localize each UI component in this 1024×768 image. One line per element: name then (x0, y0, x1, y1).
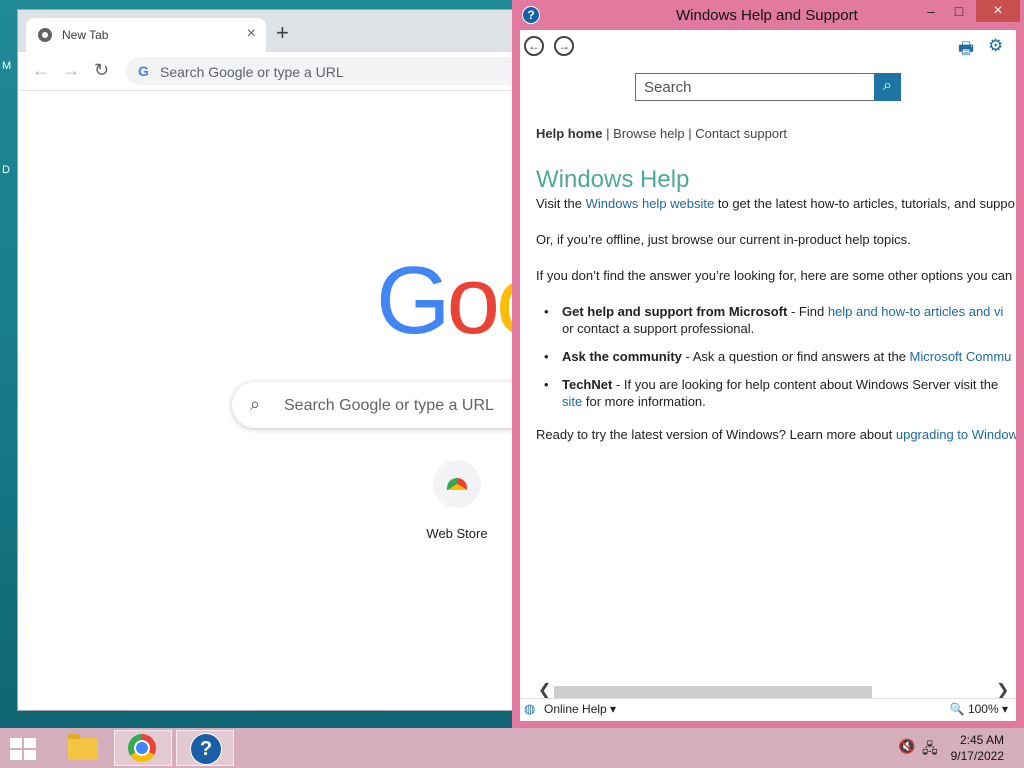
search-placeholder: Search (644, 79, 692, 96)
scroll-right-icon[interactable]: ❯ (996, 680, 1009, 700)
paragraph-visit: Visit the Windows help website to get th… (536, 196, 1015, 211)
text: - Ask a question or find answers at the (681, 349, 910, 364)
clock-date: 9/17/2022 (950, 749, 1004, 763)
minimize-button[interactable]: – (916, 3, 946, 19)
print-icon[interactable]: 🖶 (958, 36, 974, 65)
paragraph-options: If you don’t find the answer you’re look… (536, 268, 1013, 283)
tab-close-icon[interactable]: × (247, 25, 256, 43)
desktop-icon-label: M (2, 60, 12, 72)
microsoft-community-link[interactable]: Microsoft Commu (910, 349, 1012, 364)
google-g-icon: G (138, 63, 149, 79)
breadcrumb-separator: | (602, 126, 614, 141)
help-icon: ? (190, 733, 222, 765)
help-search-input[interactable]: Search (635, 73, 875, 101)
text: for more information. (582, 394, 706, 409)
online-help-icon: ◍ (524, 701, 536, 716)
ntp-search-placeholder: Search Google or type a URL (284, 397, 494, 414)
text: Visit the (536, 196, 586, 211)
text: or contact a support professional. (562, 321, 755, 336)
new-tab-button[interactable]: + (276, 22, 289, 44)
help-window: ? Windows Help and Support – □ × ← → 🖶 ⚙… (512, 0, 1024, 728)
chrome-window: New Tab × + ← → ↻ G Search Google or typ… (18, 10, 552, 710)
windows-start-icon[interactable] (10, 738, 36, 760)
text: to get the latest how-to articles, tutor… (714, 196, 1015, 211)
help-content: ← → 🖶 ⚙ Search ⌕ Help home | Browse help… (520, 30, 1016, 694)
breadcrumb-browse-help[interactable]: Browse help (613, 126, 685, 141)
status-bar: ◍ Online Help ▾ 🔍 100% ▾ (520, 698, 1016, 721)
bullet-title: Get help and support from Microsoft (562, 304, 788, 319)
horizontal-scrollbar[interactable]: ❮ ❯ (520, 680, 1016, 700)
search-icon: ⌕ (250, 394, 261, 414)
tab-strip: New Tab × + (18, 10, 538, 52)
web-store-icon (433, 460, 481, 508)
omnibox[interactable]: G Search Google or type a URL (126, 57, 546, 85)
text: - Find (787, 304, 828, 319)
paragraph-offline: Or, if you’re offline, just browse our c… (536, 232, 911, 247)
windows-help-website-link[interactable]: Windows help website (586, 196, 715, 211)
help-articles-link[interactable]: help and how-to articles and vi (828, 304, 1004, 319)
search-button[interactable]: ⌕ (874, 73, 901, 101)
shortcut-label: Web Store (426, 526, 488, 541)
forward-icon[interactable]: → (554, 36, 574, 56)
tab-title: New Tab (62, 28, 109, 42)
forward-icon[interactable]: → (62, 60, 80, 81)
ntp-search-box[interactable]: ⌕ Search Google or type a URL (232, 382, 552, 428)
window-title: Windows Help and Support (676, 7, 858, 24)
bullet-title: Ask the community (562, 349, 682, 364)
omnibox-placeholder: Search Google or type a URL (160, 64, 344, 80)
help-app-icon: ? (522, 6, 540, 24)
gear-icon[interactable]: ⚙ (988, 36, 1003, 56)
chrome-favicon-icon (38, 28, 52, 42)
back-icon[interactable]: ← (524, 36, 544, 56)
page-title: Windows Help (536, 166, 690, 193)
taskbar-help[interactable]: ? (176, 730, 234, 766)
google-logo-letter: G (376, 247, 451, 354)
volume-icon[interactable]: 🔇 (898, 738, 915, 755)
upgrading-windows-link[interactable]: upgrading to Window (896, 427, 1016, 442)
folder-icon (68, 734, 98, 760)
clock[interactable]: 2:45 AM 9/17/2022 (951, 732, 1004, 764)
network-icon[interactable]: 🖧 (922, 738, 938, 762)
tab-new-tab[interactable]: New Tab × (26, 18, 266, 52)
technet-site-link[interactable]: site (562, 394, 582, 409)
shortcut-web-store[interactable]: Web Store (420, 460, 494, 541)
chrome-toolbar: ← → ↻ G Search Google or type a URL (18, 52, 546, 91)
google-logo-letter: o (446, 247, 500, 354)
close-button[interactable]: × (976, 0, 1020, 22)
chrome-icon (128, 734, 156, 762)
back-icon[interactable]: ← (32, 60, 50, 81)
desktop-icon-label: D (2, 164, 10, 176)
reload-icon[interactable]: ↻ (94, 60, 109, 81)
breadcrumb: Help home | Browse help | Contact suppor… (536, 126, 787, 141)
paragraph-upgrade: Ready to try the latest version of Windo… (536, 427, 1016, 442)
maximize-button[interactable]: □ (944, 3, 974, 19)
breadcrumb-contact-support[interactable]: Contact support (695, 126, 787, 141)
zoom-dropdown[interactable]: 🔍 100% ▾ (950, 702, 1008, 716)
taskbar-chrome[interactable] (114, 730, 172, 766)
online-help-dropdown[interactable]: Online Help ▾ (544, 702, 616, 716)
scroll-left-icon[interactable]: ❮ (538, 680, 551, 700)
help-titlebar: ? Windows Help and Support – □ × (512, 0, 1024, 30)
taskbar-file-explorer[interactable] (52, 730, 110, 766)
text: - If you are looking for help content ab… (612, 377, 999, 392)
breadcrumb-help-home[interactable]: Help home (536, 126, 602, 141)
bullet-title: TechNet (562, 377, 613, 392)
text: Ready to try the latest version of Windo… (536, 427, 896, 442)
clock-time: 2:45 AM (959, 733, 1004, 747)
scrollbar-thumb[interactable] (554, 686, 872, 698)
taskbar: ? 🔇 🖧 2:45 AM 9/17/2022 (0, 728, 1024, 768)
breadcrumb-separator: | (684, 126, 696, 141)
